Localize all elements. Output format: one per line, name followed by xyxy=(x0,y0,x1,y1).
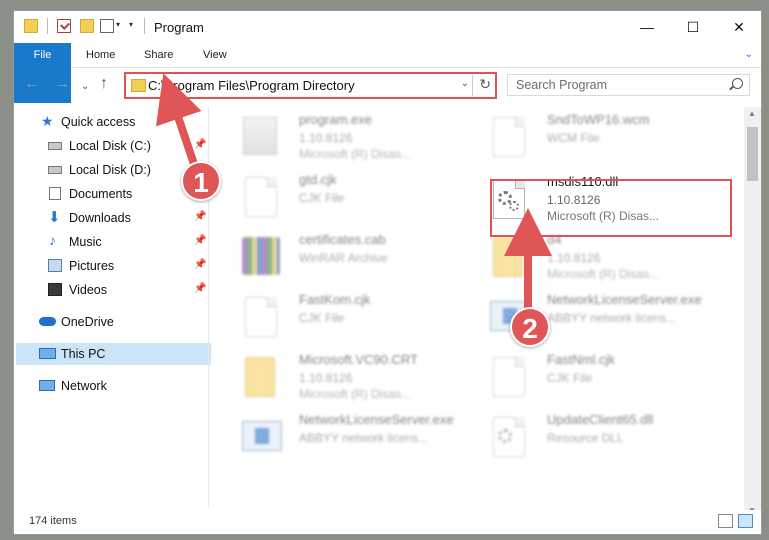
callout-step-2: 2 xyxy=(510,307,550,347)
arrow-to-address-bar xyxy=(155,73,202,172)
callout-step-1: 1 xyxy=(181,161,221,201)
annotation-arrows xyxy=(155,73,552,310)
